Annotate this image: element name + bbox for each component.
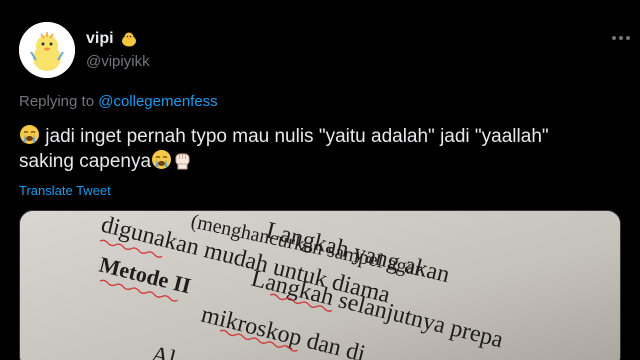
handle[interactable]: @vipiyikk (86, 53, 150, 70)
tweet-text-line-1: jadi inget pernah typo mau nulis "yaitu … (19, 124, 629, 149)
translate-tweet-link[interactable]: Translate Tweet (19, 183, 111, 198)
tweet-media-photo[interactable]: (menghancurkan sampel agar Langkah yang … (19, 210, 621, 360)
raised-fist-emoji-icon (172, 149, 193, 170)
display-name[interactable]: vipi (86, 30, 114, 48)
reply-context: Replying to @collegemenfess (19, 93, 218, 110)
duck-avatar-icon (19, 22, 75, 78)
avatar[interactable] (19, 22, 75, 78)
crying-face-emoji-icon (19, 124, 40, 145)
tweet-text-part-1: jadi inget pernah typo mau nulis "yaitu … (40, 126, 549, 147)
tweet-text-line-2: saking capenya (19, 149, 629, 174)
tweet-card: vipi @vipiyikk Replying to @collegemenfe… (0, 0, 640, 360)
reply-mention-link[interactable]: @collegemenfess (98, 93, 217, 110)
crying-face-emoji-icon (151, 149, 172, 170)
tweet-text-part-2: saking capenya (19, 151, 152, 172)
document-photo: (menghancurkan sampel agar Langkah yang … (20, 211, 620, 360)
reply-prefix: Replying to (19, 93, 99, 110)
more-options-icon[interactable] (612, 36, 630, 40)
chick-emoji-icon (120, 31, 138, 47)
tweet-text: jadi inget pernah typo mau nulis "yaitu … (19, 124, 629, 174)
name-row: vipi (86, 30, 138, 48)
